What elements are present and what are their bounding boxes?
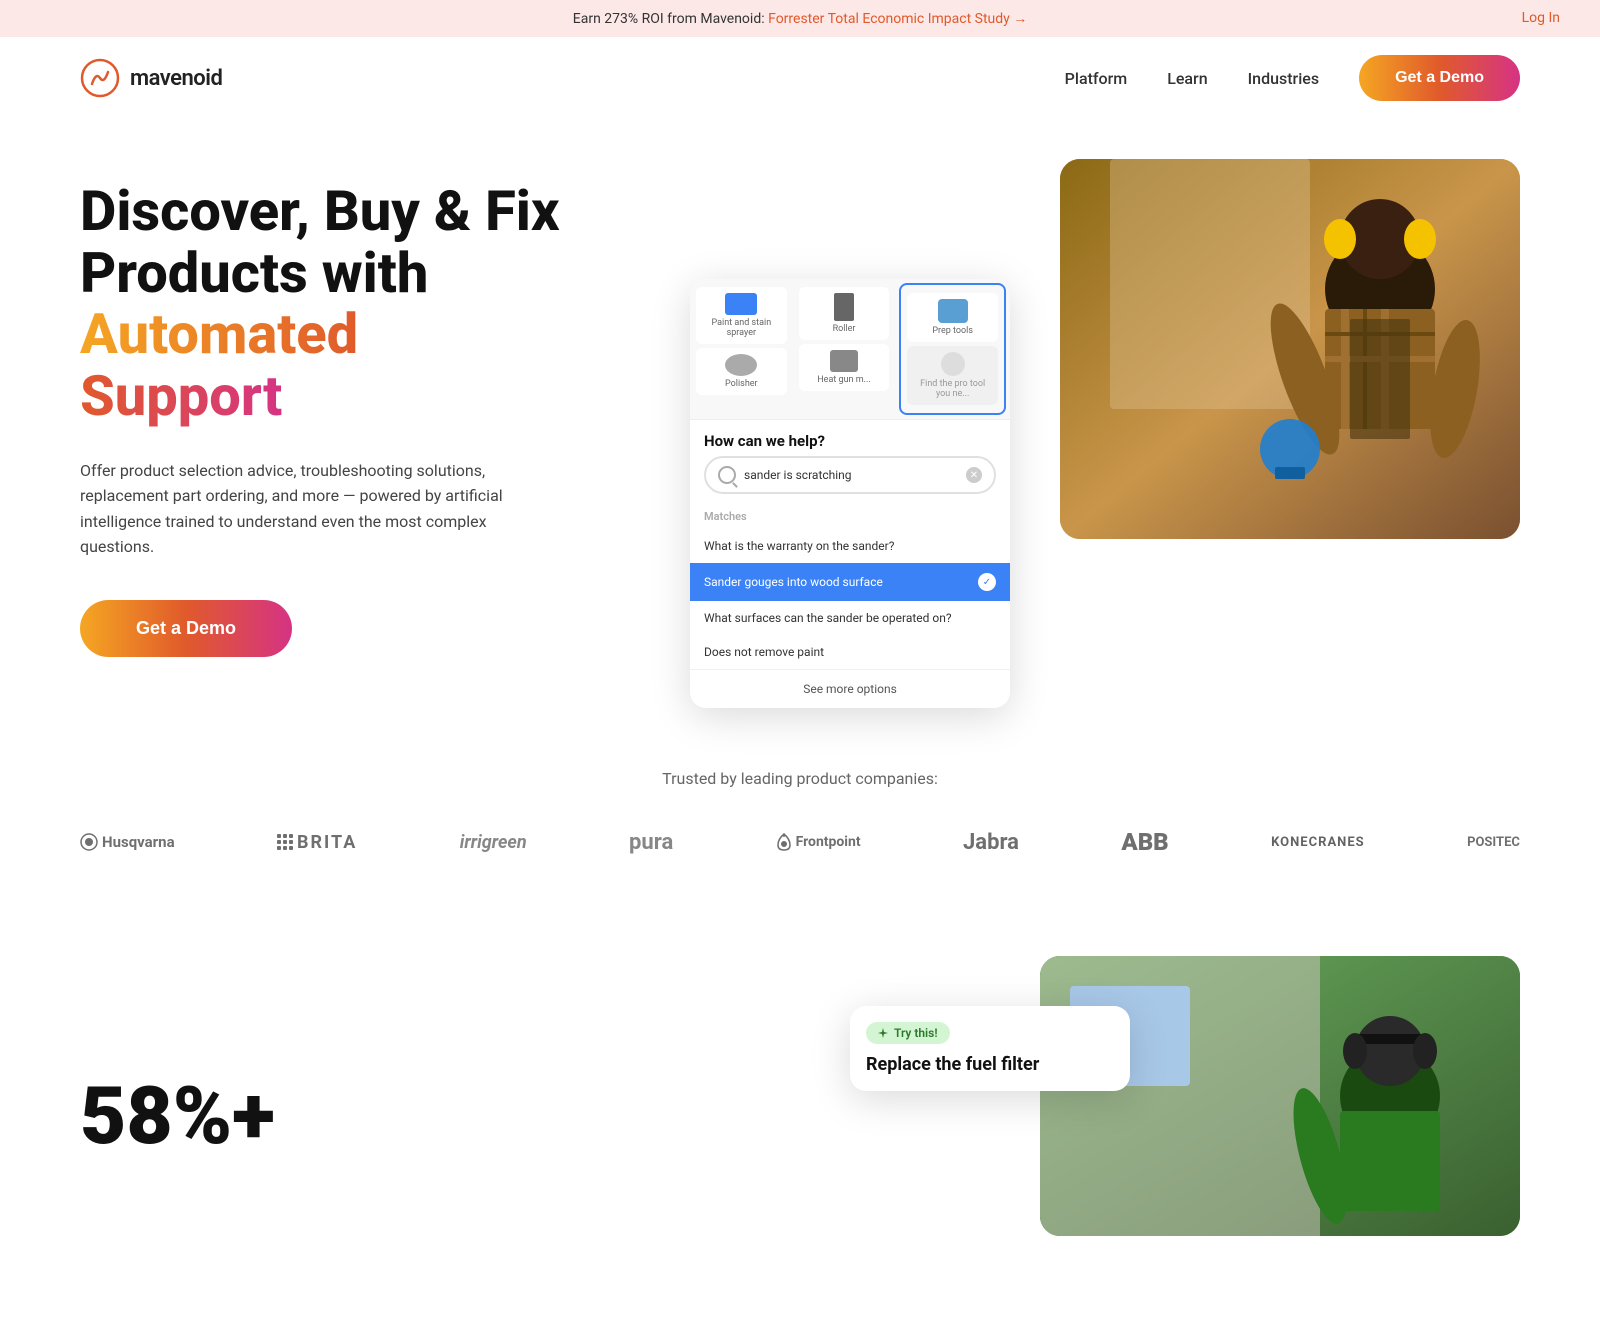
stats-right: Try this! Replace the fuel filter [830, 966, 1520, 1266]
search-clear-button[interactable]: ✕ [966, 467, 982, 483]
husqvarna-icon [80, 833, 98, 851]
gardener-illustration [1040, 956, 1520, 1236]
nav-industries[interactable]: Industries [1248, 69, 1319, 88]
nav-learn[interactable]: Learn [1167, 69, 1207, 88]
logo-husqvarna: Husqvarna [80, 833, 175, 851]
widget-product-1: Paint and stain sprayer [711, 318, 771, 338]
search-icon [718, 466, 736, 484]
widget-product-5: Prep tools [932, 326, 973, 336]
logo-positec: POSITEC [1467, 835, 1520, 850]
worker-image [1060, 159, 1520, 539]
hero-right: Paint and stain sprayer Polisher Roller … [660, 179, 1520, 659]
try-widget: Try this! Replace the fuel filter [850, 1006, 1130, 1091]
gardener-image [1040, 956, 1520, 1236]
support-widget: Paint and stain sprayer Polisher Roller … [690, 279, 1010, 708]
hero-left: Discover, Buy & Fix Products with Automa… [80, 181, 660, 657]
login-link[interactable]: Log In [1522, 10, 1560, 26]
logo-konecranes: KONECRANES [1271, 835, 1365, 850]
hero-section: Discover, Buy & Fix Products with Automa… [0, 119, 1600, 719]
widget-search-box[interactable]: sander is scratching ✕ [704, 456, 996, 494]
sparkle-icon [878, 1028, 888, 1038]
logo-jabra: Jabra [963, 830, 1019, 855]
logo-pura: pura [629, 830, 673, 855]
banner-text: Earn 273% ROI from Mavenoid: [573, 11, 765, 27]
match-item-surfaces[interactable]: What surfaces can the sander be operated… [690, 601, 1010, 635]
hero-title: Discover, Buy & Fix Products with Automa… [80, 181, 660, 427]
hero-get-demo-button[interactable]: Get a Demo [80, 600, 292, 657]
stats-section: 58%+ [0, 906, 1600, 1326]
match-item-gouges[interactable]: Sander gouges into wood surface ✓ [690, 563, 1010, 601]
widget-product-3: Roller [833, 324, 856, 334]
logo-brita: BRITA [277, 832, 357, 853]
nav-links: Platform Learn Industries Get a Demo [1065, 55, 1520, 101]
trusted-section: Trusted by leading product companies: Hu… [0, 719, 1600, 906]
stats-left: 58%+ [80, 1069, 770, 1163]
widget-product-2: Polisher [725, 379, 758, 389]
frontpoint-icon [776, 833, 792, 851]
top-banner: Earn 273% ROI from Mavenoid: Forrester T… [0, 0, 1600, 37]
nav-platform[interactable]: Platform [1065, 69, 1128, 88]
matches-label: Matches [690, 504, 1010, 529]
see-more-button[interactable]: See more options [690, 669, 1010, 708]
widget-title: How can we help? [690, 420, 1010, 456]
trusted-title: Trusted by leading product companies: [80, 769, 1520, 788]
logo[interactable]: mavenoid [80, 58, 222, 98]
match-item-warranty[interactable]: What is the warranty on the sander? [690, 529, 1010, 563]
nav-get-demo-button[interactable]: Get a Demo [1359, 55, 1520, 101]
mavenoid-logo-icon [80, 58, 120, 98]
banner-link[interactable]: Forrester Total Economic Impact Study → [768, 11, 1027, 27]
logo-irrigreen: irrigreen [460, 832, 527, 853]
widget-product-6: Find the pro tool you ne... [920, 379, 985, 399]
try-text: Replace the fuel filter [866, 1054, 1114, 1075]
check-icon: ✓ [978, 573, 996, 591]
match-item-paint[interactable]: Does not remove paint [690, 635, 1010, 669]
try-badge: Try this! [866, 1022, 950, 1044]
stat-number: 58%+ [80, 1069, 770, 1163]
brita-grid-icon [277, 834, 293, 850]
logos-row: Husqvarna BRITA irrigreen pura Frontpoin… [80, 828, 1520, 856]
logo-frontpoint: Frontpoint [776, 833, 861, 851]
navbar: mavenoid Platform Learn Industries Get a… [0, 37, 1600, 119]
widget-product-4: Heat gun m... [817, 375, 871, 385]
worker-illustration [1060, 159, 1520, 539]
logo-text: mavenoid [130, 66, 222, 91]
logo-abb: ABB [1121, 828, 1168, 856]
hero-description: Offer product selection advice, troubles… [80, 458, 560, 560]
search-text: sander is scratching [744, 468, 958, 482]
